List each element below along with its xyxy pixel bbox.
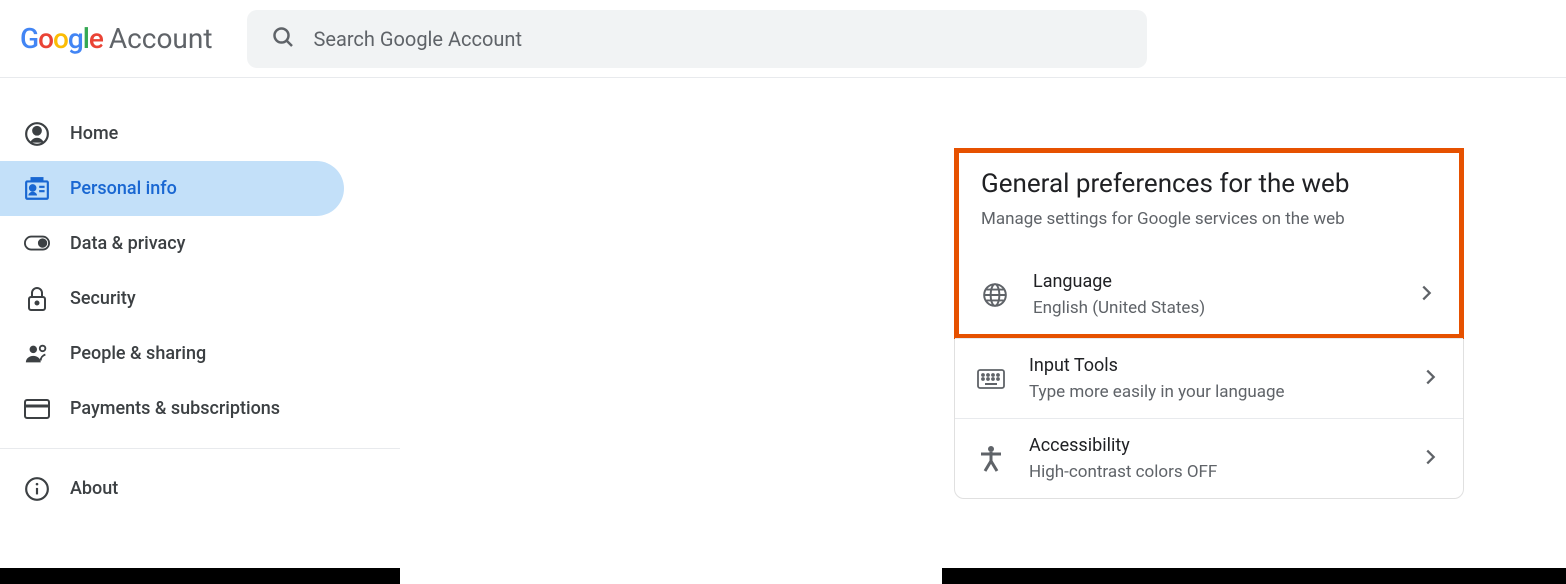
sidebar-item-payments[interactable]: Payments & subscriptions	[0, 381, 344, 436]
sidebar-item-label: Data & privacy	[70, 233, 185, 254]
lock-icon	[24, 286, 50, 312]
people-icon	[24, 341, 50, 367]
card-title: General preferences for the web	[981, 169, 1437, 199]
pref-title: Input Tools	[1029, 355, 1419, 376]
search-box[interactable]	[247, 10, 1147, 68]
pref-row-language[interactable]: Language English (United States)	[981, 257, 1437, 320]
google-logo: Google	[20, 22, 103, 55]
decoration	[0, 568, 400, 584]
search-input[interactable]	[313, 27, 1123, 51]
pref-text: Input Tools Type more easily in your lan…	[1029, 355, 1419, 402]
pref-row-input-tools[interactable]: Input Tools Type more easily in your lan…	[955, 338, 1463, 418]
pref-row-accessibility[interactable]: Accessibility High-contrast colors OFF	[955, 418, 1463, 498]
content-area: Home Personal info	[0, 78, 1566, 584]
pref-desc: English (United States)	[1033, 298, 1415, 318]
user-circle-icon	[24, 121, 50, 147]
sidebar-item-label: Security	[70, 288, 136, 309]
chevron-right-icon	[1419, 446, 1441, 472]
id-card-icon	[24, 176, 50, 202]
sidebar-item-label: About	[70, 478, 118, 499]
sidebar-item-personal-info[interactable]: Personal info	[0, 161, 344, 216]
sidebar-divider	[0, 448, 400, 449]
sidebar-item-data-privacy[interactable]: Data & privacy	[0, 216, 344, 271]
pref-title: Language	[1033, 271, 1415, 292]
pref-title: Accessibility	[1029, 435, 1419, 456]
chevron-right-icon	[1419, 366, 1441, 392]
toggle-icon	[24, 231, 50, 257]
decoration	[942, 568, 1566, 584]
info-icon	[24, 476, 50, 502]
pref-text: Accessibility High-contrast colors OFF	[1029, 435, 1419, 482]
pref-text: Language English (United States)	[1033, 271, 1415, 318]
main: General preferences for the web Manage s…	[400, 78, 1566, 584]
sidebar-item-people-sharing[interactable]: People & sharing	[0, 326, 344, 381]
card-icon	[24, 396, 50, 422]
sidebar-item-label: Payments & subscriptions	[70, 398, 280, 419]
sidebar-item-label: Home	[70, 123, 118, 144]
account-label: Account	[109, 22, 213, 55]
highlight-box: General preferences for the web Manage s…	[954, 148, 1464, 339]
header: Google Account	[0, 0, 1566, 78]
sidebar: Home Personal info	[0, 78, 400, 584]
sidebar-item-security[interactable]: Security	[0, 271, 344, 326]
keyboard-icon	[977, 365, 1005, 393]
pref-desc: High-contrast colors OFF	[1029, 462, 1419, 482]
search-icon	[271, 25, 295, 53]
preferences-card: General preferences for the web Manage s…	[954, 148, 1464, 499]
pref-desc: Type more easily in your language	[1029, 382, 1419, 402]
logo[interactable]: Google Account	[20, 22, 212, 55]
sidebar-item-about[interactable]: About	[0, 461, 344, 516]
chevron-right-icon	[1415, 282, 1437, 308]
globe-icon	[981, 281, 1009, 309]
sidebar-item-label: Personal info	[70, 178, 177, 199]
accessibility-icon	[977, 445, 1005, 473]
sidebar-item-home[interactable]: Home	[0, 106, 344, 161]
sidebar-item-label: People & sharing	[70, 343, 206, 364]
card-subtitle: Manage settings for Google services on t…	[981, 209, 1437, 229]
